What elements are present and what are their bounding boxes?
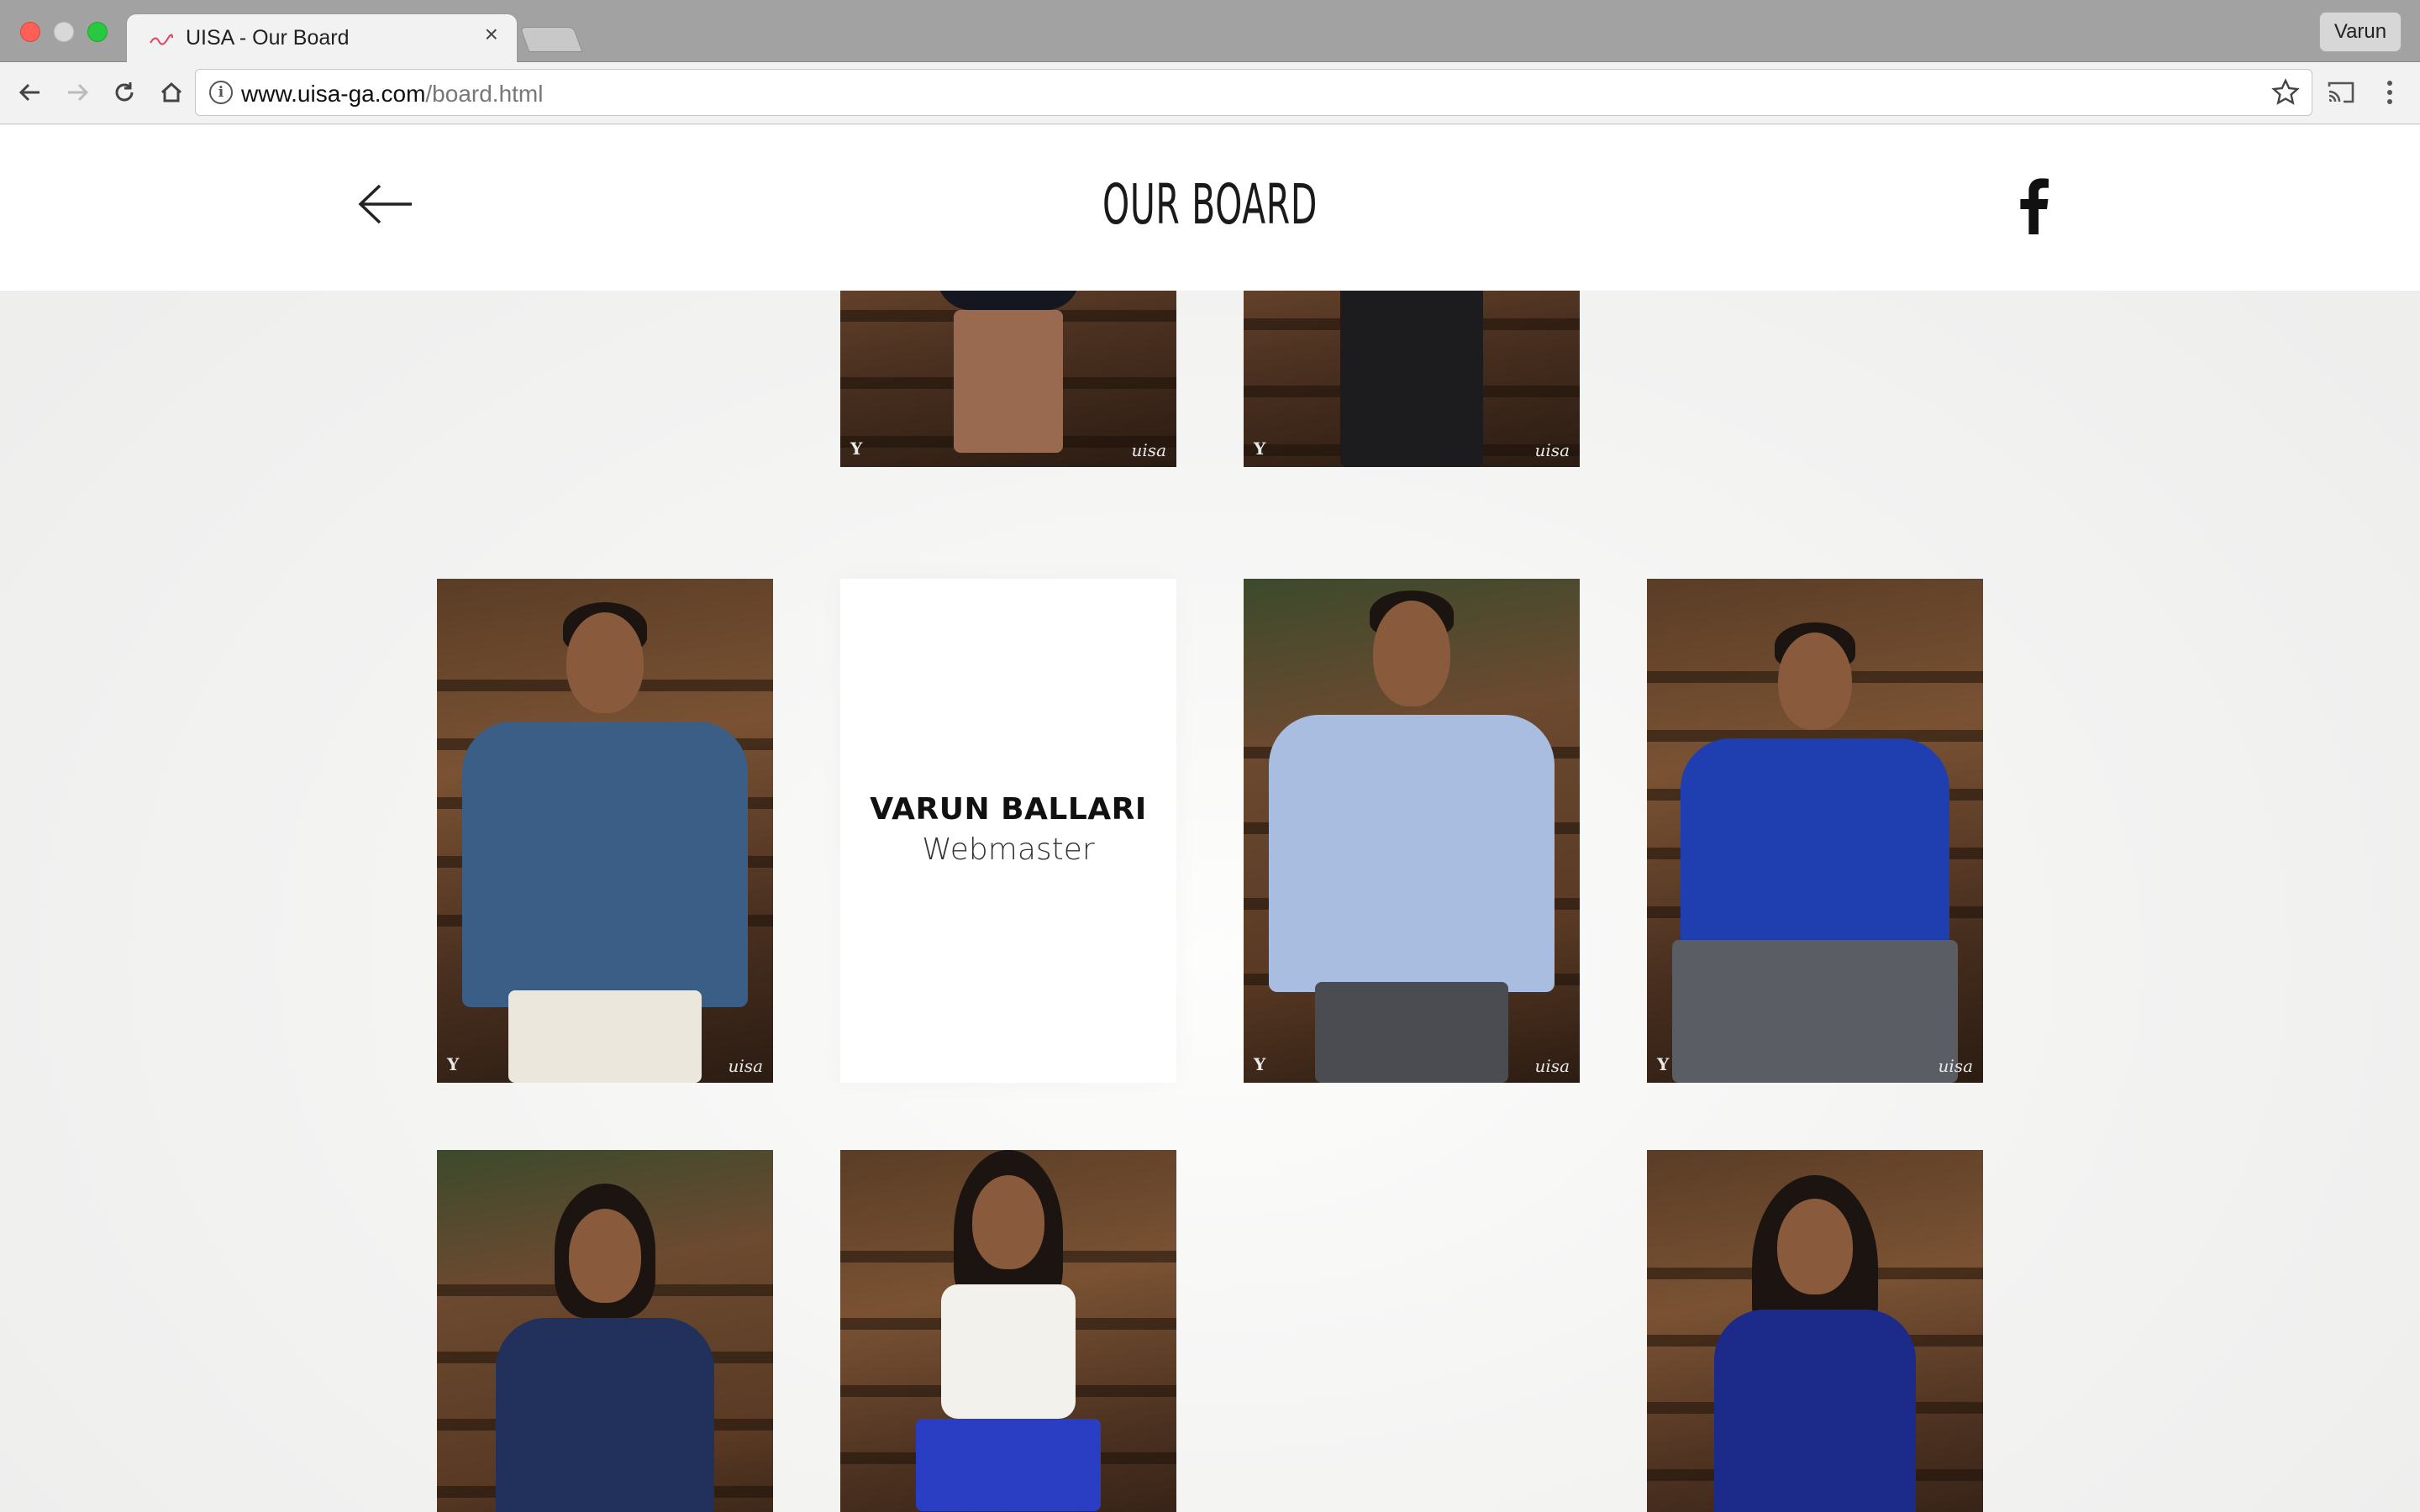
kebab-menu-icon [2387,81,2392,104]
board-member-photo[interactable]: Y uisa [437,579,773,1083]
reload-icon [115,82,134,102]
url-host: www.uisa-ga.com [241,81,426,107]
facebook-icon[interactable] [2017,177,2050,234]
address-bar[interactable]: i www.uisa-ga.com/board.html [195,69,2312,116]
cast-button[interactable] [2323,74,2360,111]
back-arrow-icon[interactable] [358,182,413,226]
tab-title: UISA - Our Board [186,26,350,50]
tab-close-icon[interactable]: × [485,23,498,46]
new-tab-button[interactable] [519,27,583,52]
site-info-icon[interactable]: i [209,81,233,104]
member-name: VARUN BALLARI [870,792,1147,827]
member-role: Webmaster [922,832,1095,867]
board-member-photo[interactable]: Y uisa [1244,579,1580,1083]
profile-button[interactable]: Varun [2319,12,2402,52]
site-header: OUR BOARD [0,125,2420,291]
reload-button[interactable] [106,74,143,111]
board-member-photo[interactable]: Y uisa [1647,579,1983,1083]
board-member-info-card[interactable]: VARUN BALLARI Webmaster [840,579,1176,1083]
cast-icon [2328,81,2354,103]
page-viewport: OUR BOARD Y uisa Y uisa Y uisa VARUN BAL… [0,125,2420,1512]
board-member-photo[interactable] [437,1150,773,1512]
url-text[interactable]: www.uisa-ga.com/board.html [241,81,543,108]
back-arrow-icon [18,83,39,102]
uisa-favicon-icon [150,34,173,45]
url-path: /board.html [425,81,544,107]
page-title: OUR BOARD [1102,172,1318,237]
board-member-photo[interactable] [1647,1150,1983,1512]
maximize-window-button[interactable] [87,22,108,42]
browser-menu-button[interactable] [2371,74,2408,111]
browser-tab-active[interactable]: UISA - Our Board × [126,13,518,62]
home-icon [160,81,182,102]
close-window-button[interactable] [20,22,40,42]
bookmark-star-icon[interactable] [2271,78,2300,107]
browser-toolbar: i www.uisa-ga.com/board.html [0,62,2420,124]
home-button[interactable] [153,74,190,111]
board-member-photo[interactable] [840,1150,1176,1512]
minimize-window-button[interactable] [54,22,74,42]
back-button[interactable] [12,74,49,111]
forward-button[interactable] [59,74,96,111]
forward-arrow-icon [68,83,89,102]
browser-titlebar: UISA - Our Board × Varun [0,0,2420,62]
